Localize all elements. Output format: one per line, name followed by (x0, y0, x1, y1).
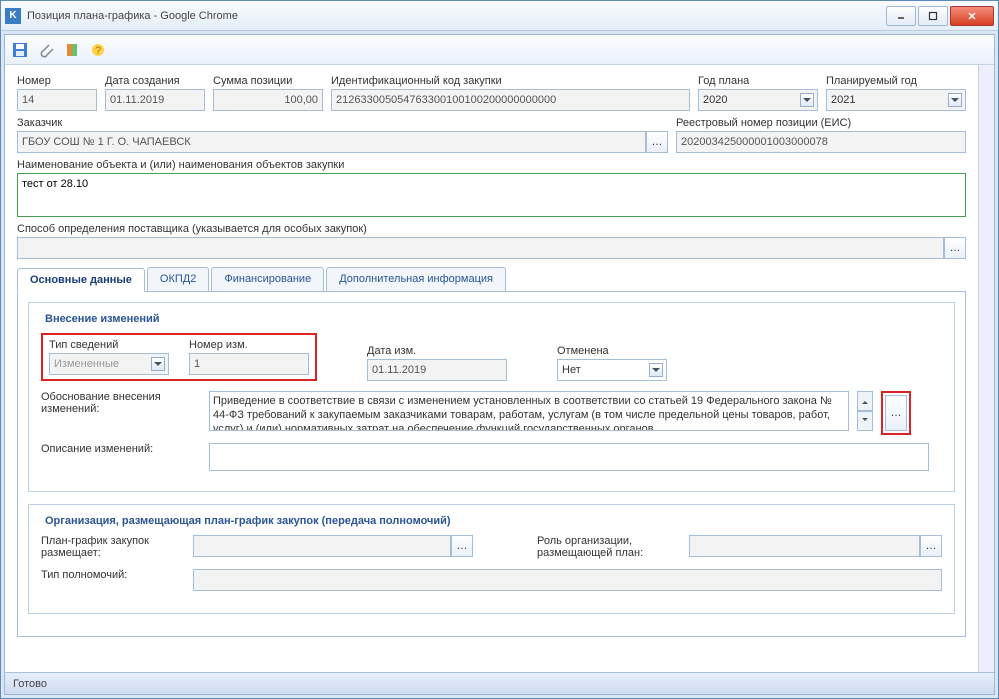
scrollbar[interactable] (978, 65, 994, 672)
reg-input (676, 131, 966, 153)
reason-lookup-button[interactable]: … (885, 395, 907, 431)
cancel-label: Отменена (557, 345, 667, 357)
customer-lookup-button[interactable]: … (646, 131, 668, 153)
minimize-button[interactable] (886, 6, 916, 26)
date-input (105, 89, 205, 111)
attach-icon[interactable] (37, 41, 55, 59)
customer-input (17, 131, 646, 153)
maximize-button[interactable] (918, 6, 948, 26)
toolbar: ? (5, 35, 994, 65)
reason-label: Обоснование внесения изменений: (41, 391, 201, 415)
sum-label: Сумма позиции (213, 75, 323, 87)
app-icon: K (5, 8, 21, 24)
obj-label: Наименование объекта и (или) наименовани… (17, 159, 966, 171)
tabs: Основные данные ОКПД2 Финансирование Доп… (17, 267, 966, 292)
num-input (17, 89, 97, 111)
org-fieldset: Организация, размещающая план-график зак… (28, 504, 955, 614)
status-text: Готово (13, 678, 47, 690)
num-label: Номер (17, 75, 97, 87)
reg-label: Реестровый номер позиции (ЕИС) (676, 117, 966, 129)
tab-main[interactable]: Основные данные (17, 268, 145, 292)
body-area: Номер Дата создания Сумма позиции И (5, 65, 978, 672)
chg-num-input (189, 353, 309, 375)
chg-date-label: Дата изм. (367, 345, 507, 357)
reason-textarea: Приведение в соответствие в связи с изме… (209, 391, 849, 431)
role-label: Роль организации, размещающей план: (537, 535, 677, 559)
auth-input (193, 569, 942, 591)
changes-legend: Внесение изменений (41, 313, 164, 325)
role-lookup-button[interactable]: … (920, 535, 942, 557)
role-input (689, 535, 920, 557)
ikz-input (331, 89, 690, 111)
desc-label: Описание изменений: (41, 443, 201, 455)
changes-fieldset: Внесение изменений Тип сведений Измененн… (28, 302, 955, 492)
customer-label: Заказчик (17, 117, 668, 129)
tab-finance[interactable]: Финансирование (211, 267, 324, 291)
plan-year-select[interactable]: 2021 (826, 89, 966, 111)
year-label: Год плана (698, 75, 818, 87)
type-label: Тип сведений (49, 339, 169, 351)
chg-date-input (367, 359, 507, 381)
date-label: Дата создания (105, 75, 205, 87)
save-icon[interactable] (11, 41, 29, 59)
tab-pane-main: Внесение изменений Тип сведений Измененн… (17, 292, 966, 637)
app-window: K Позиция плана-графика - Google Chrome … (0, 0, 999, 699)
window-title: Позиция плана-графика - Google Chrome (27, 10, 886, 22)
org-legend: Организация, размещающая план-график зак… (41, 515, 455, 527)
place-label: План-график закупок размещает: (41, 535, 181, 559)
spin-down-button[interactable] (857, 411, 873, 431)
method-input (17, 237, 944, 259)
tab-okpd2[interactable]: ОКПД2 (147, 267, 209, 291)
close-button[interactable] (950, 6, 994, 26)
sum-input (213, 89, 323, 111)
cancel-select[interactable]: Нет (557, 359, 667, 381)
highlight-box: Тип сведений Измененные Номер изм. (41, 333, 317, 381)
chg-num-label: Номер изм. (189, 339, 309, 351)
spin-up-button[interactable] (857, 391, 873, 411)
obj-textarea[interactable]: тест от 28.10 (17, 173, 966, 217)
desc-textarea[interactable] (209, 443, 929, 471)
ikz-label: Идентификационный код закупки (331, 75, 690, 87)
place-lookup-button[interactable]: … (451, 535, 473, 557)
book-icon[interactable] (63, 41, 81, 59)
method-lookup-button[interactable]: … (944, 237, 966, 259)
tab-extra[interactable]: Дополнительная информация (326, 267, 506, 291)
help-icon[interactable]: ? (89, 41, 107, 59)
place-input (193, 535, 451, 557)
svg-text:?: ? (95, 45, 101, 57)
plan-year-label: Планируемый год (826, 75, 966, 87)
statusbar: Готово (5, 672, 994, 694)
auth-label: Тип полномочий: (41, 569, 181, 581)
titlebar: K Позиция плана-графика - Google Chrome (1, 1, 998, 31)
method-label: Способ определения поставщика (указывает… (17, 223, 966, 235)
type-select[interactable]: Измененные (49, 353, 169, 375)
year-select[interactable]: 2020 (698, 89, 818, 111)
